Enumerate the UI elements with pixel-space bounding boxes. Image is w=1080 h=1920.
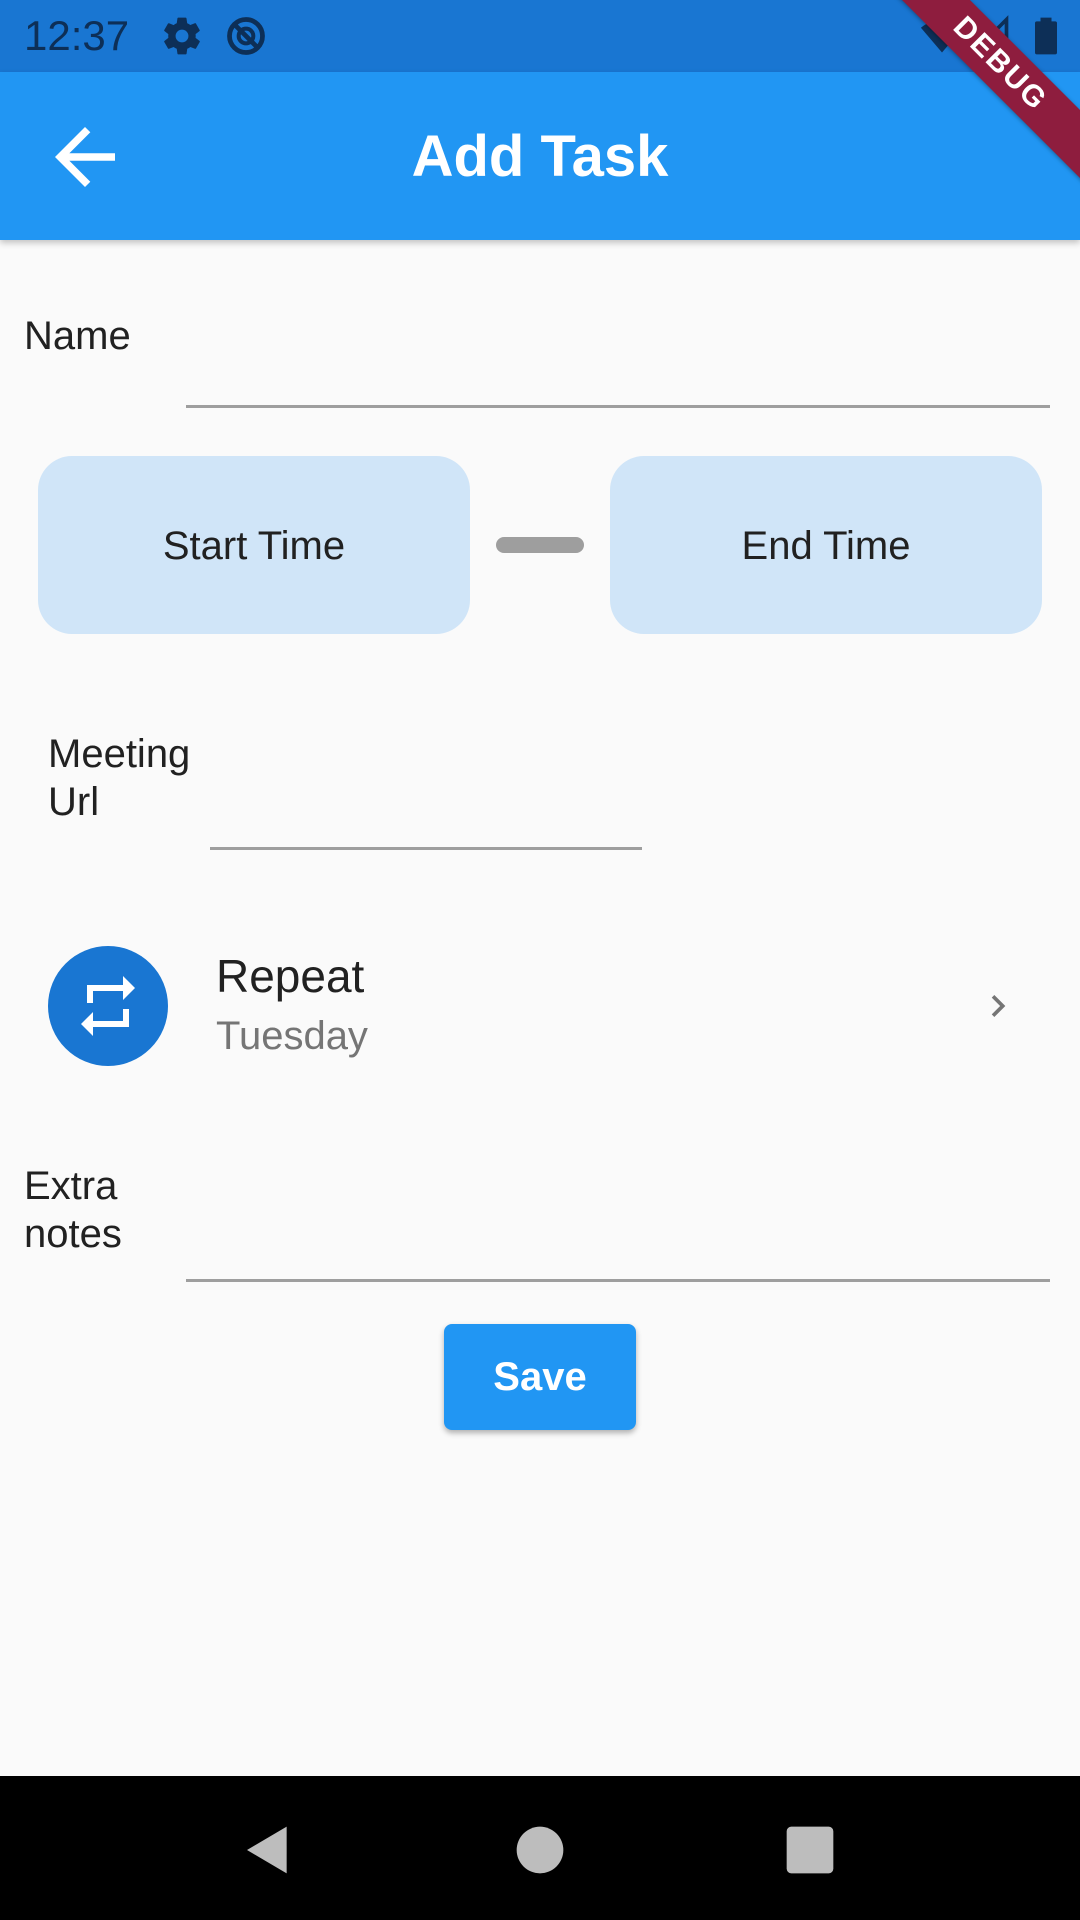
meeting-url-label: Meeting Url [48,730,190,826]
extra-notes-label-line2: notes [24,1212,122,1256]
repeat-value: Tuesday [216,1014,368,1058]
repeat-title: Repeat [216,950,365,1002]
repeat-avatar [48,946,168,1066]
meeting-url-label-line1: Meeting [48,732,191,776]
extra-notes-label-line1: Extra [24,1164,118,1208]
status-time: 12:37 [24,12,130,59]
start-time-button[interactable]: Start Time [38,456,470,634]
meeting-url-underline [210,847,642,850]
nav-recents-icon[interactable] [782,1822,838,1878]
extra-notes-label: Extra notes [24,1162,122,1258]
meeting-url-input[interactable] [210,782,646,844]
meeting-url-label-line2: Url [48,780,100,824]
name-underline [186,405,1050,408]
extra-notes-input[interactable] [186,1214,1054,1276]
end-time-button[interactable]: End Time [610,456,1042,634]
gear-icon [164,17,200,55]
time-separator [496,537,584,553]
repeat-list-tile[interactable]: Repeat Tuesday [0,920,1080,1090]
save-button[interactable]: Save [444,1324,636,1430]
battery-icon [1035,17,1057,55]
extra-notes-underline [186,1279,1050,1282]
add-task-screen: 12:37 Add Task DEBUG Name Start Time End… [0,0,1080,1920]
name-label: Name [24,314,131,358]
chevron-right-icon [991,995,1006,1017]
nav-home-icon[interactable] [512,1822,568,1878]
app-bar: Add Task [0,72,1080,240]
nav-back-icon[interactable] [240,1822,296,1878]
name-input[interactable] [186,340,1054,402]
repeat-icon [81,976,135,1036]
system-nav-bar [0,1776,1080,1920]
do-not-disturb-icon [227,17,265,55]
page-title: Add Task [411,124,669,189]
